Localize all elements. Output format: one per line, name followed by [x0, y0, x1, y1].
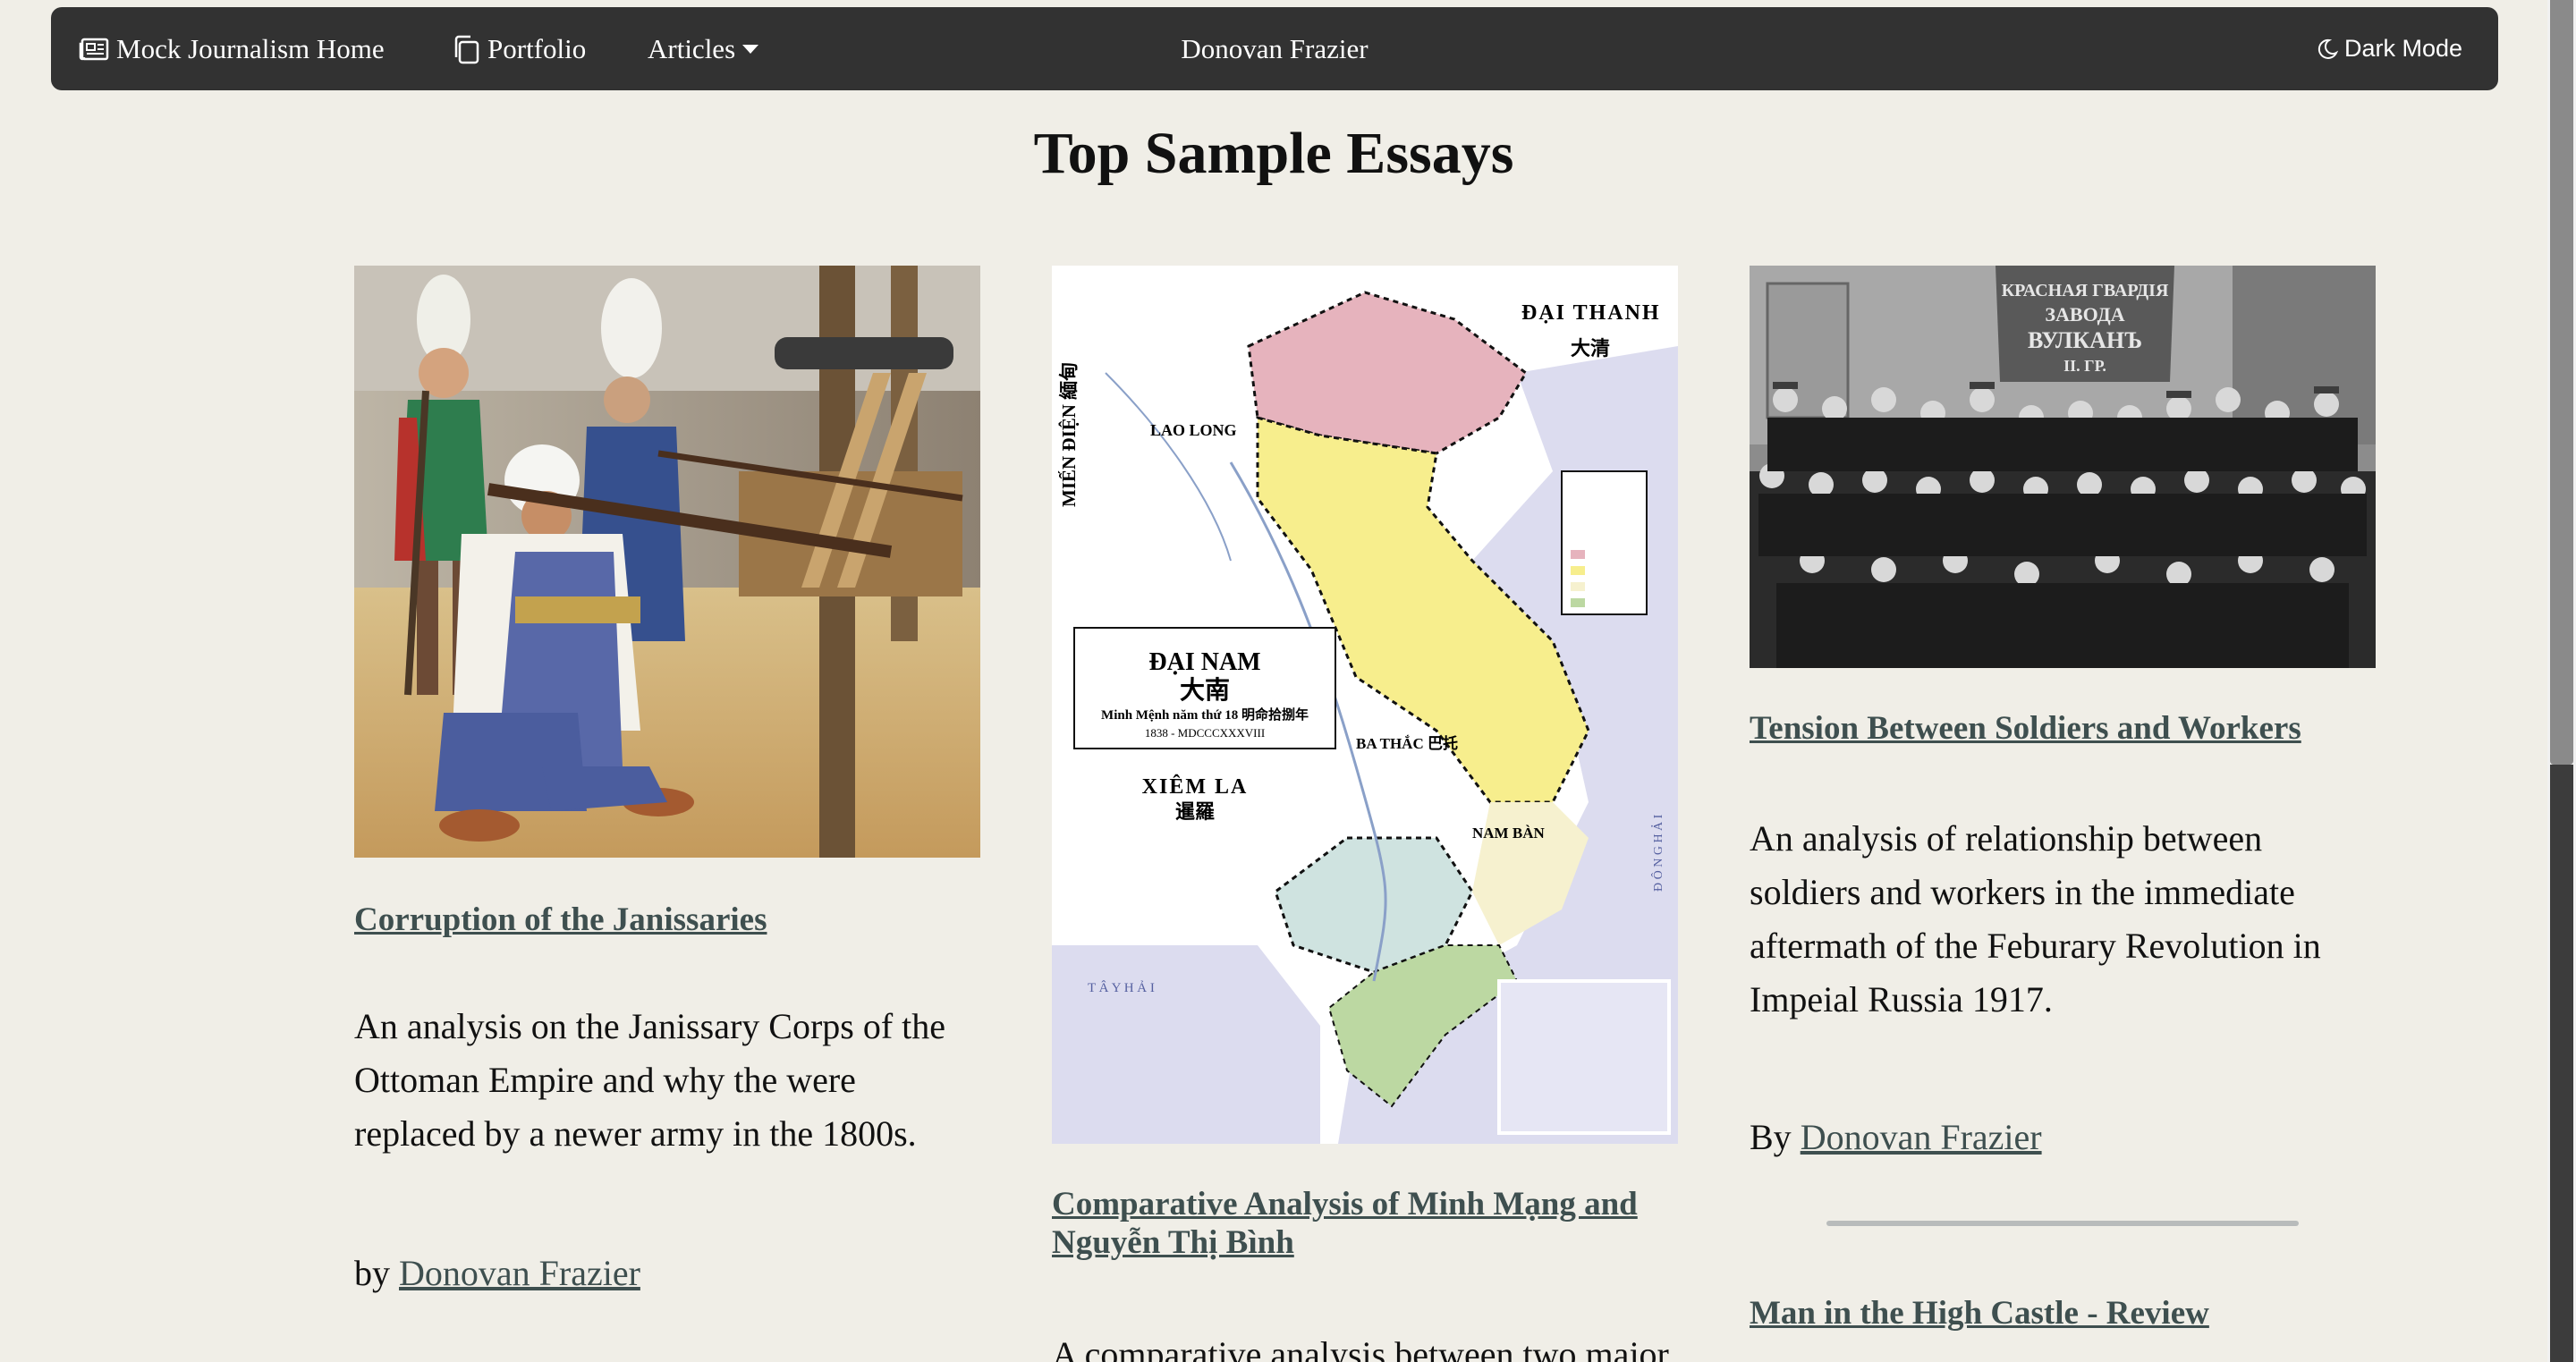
nav-brand-name: Donovan Frazier	[1181, 32, 1368, 64]
nav-brand: Donovan Frazier	[51, 7, 2498, 90]
author-link[interactable]: Donovan Frazier	[1801, 1117, 2042, 1157]
dark-mode-label: Dark Mode	[2343, 35, 2462, 62]
byline-prefix: By	[1750, 1117, 1792, 1157]
nav-portfolio-link[interactable]: Portfolio	[452, 7, 586, 90]
article-card-minh-mang: ĐẠI NAM 大南 Minh Mệnh năm thứ 18 明命拾捌年 18…	[1052, 266, 1678, 1362]
janissaries-illustration	[354, 266, 980, 858]
soldiers-workers-photo: КРАСНАЯ ГВАРДІЯ ЗАВОДА ВУЛКАНЪ II. ГР.	[1750, 266, 2376, 668]
caret-down-icon	[742, 44, 759, 54]
map-date: 1838 - MDCCCXXXVIII	[1145, 726, 1265, 740]
banner-line-3: ВУЛКАНЪ	[2028, 327, 2142, 353]
nav-articles-label: Articles	[648, 32, 736, 64]
copy-icon	[454, 35, 479, 63]
map-label-dai-thanh: ĐẠI THANH	[1521, 301, 1661, 325]
map-title-han: 大南	[1180, 676, 1230, 705]
map-subtitle: Minh Mệnh năm thứ 18 明命拾捌年	[1101, 706, 1309, 723]
map-label-tay-hai: T Â Y H Ả I	[1088, 980, 1155, 995]
article-card-soldiers-workers: КРАСНАЯ ГВАРДІЯ ЗАВОДА ВУЛКАНЪ II. ГР. T…	[1750, 266, 2376, 1332]
article-title-link[interactable]: Tension Between Soldiers and Workers	[1750, 709, 2376, 748]
article-title-link[interactable]: Man in the High Castle - Review	[1750, 1294, 2376, 1332]
scrollbar-thumb[interactable]	[2550, 0, 2573, 765]
newspaper-icon	[79, 38, 109, 60]
nav-home-label: Mock Journalism Home	[116, 32, 385, 64]
map-label-nam-ban: NAM BÀN	[1472, 825, 1545, 842]
article-byline: By Donovan Frazier	[1750, 1116, 2376, 1158]
map-label-xiem-la: XIÊM LA	[1142, 774, 1249, 799]
map-label-dai-thanh-han: 大清	[1571, 337, 1610, 360]
page: Mock Journalism Home Portfolio Articles …	[0, 0, 2576, 1362]
article-description: A comparative analysis between two major	[1052, 1334, 1669, 1362]
dai-nam-map: ĐẠI NAM 大南 Minh Mệnh năm thứ 18 明命拾捌年 18…	[1052, 266, 1678, 1144]
article-title-link[interactable]: Comparative Analysis of Minh Mạng and Ng…	[1052, 1185, 1678, 1262]
article-separator	[1826, 1221, 2299, 1226]
author-link[interactable]: Donovan Frazier	[399, 1253, 640, 1293]
map-label-ba-thac: BA THẮC 巴托	[1356, 734, 1458, 752]
soldiers-workers-image[interactable]: КРАСНАЯ ГВАРДІЯ ЗАВОДА ВУЛКАНЪ II. ГР.	[1750, 266, 2376, 668]
scrollbar-track[interactable]	[2550, 765, 2573, 1362]
map-label-xiem-la-han: 暹羅	[1175, 800, 1215, 823]
article-byline: by Donovan Frazier	[354, 1252, 980, 1294]
article-description: An analysis on the Janissary Corps of th…	[354, 1006, 946, 1154]
map-label-dong-hai: Đ Ô N G H Ả I	[1650, 814, 1665, 892]
map-label-lao-long: LAO LONG	[1150, 421, 1237, 439]
article-card-janissaries: Corruption of the Janissaries An analysi…	[354, 266, 980, 1294]
article-title-link[interactable]: Corruption of the Janissaries	[354, 901, 980, 939]
banner-line-1: КРАСНАЯ ГВАРДІЯ	[2002, 281, 2169, 300]
top-navbar: Mock Journalism Home Portfolio Articles …	[51, 7, 2498, 90]
page-scrollbar[interactable]	[2547, 0, 2576, 1362]
nav-articles-dropdown[interactable]: Articles	[648, 7, 759, 90]
banner-line-4: II. ГР.	[2063, 357, 2106, 375]
moon-icon	[2318, 38, 2339, 59]
map-label-mien-dien: MIẾN ĐIỆN 緬甸	[1058, 362, 1080, 507]
nav-home-link[interactable]: Mock Journalism Home	[79, 7, 385, 90]
page-title: Top Sample Essays	[1033, 121, 1514, 186]
banner-line-2: ЗАВОДА	[2045, 303, 2124, 326]
dark-mode-toggle[interactable]: Dark Mode	[2316, 7, 2462, 90]
byline-prefix: by	[354, 1253, 390, 1293]
nav-portfolio-label: Portfolio	[487, 32, 587, 64]
dai-nam-map-image[interactable]: ĐẠI NAM 大南 Minh Mệnh năm thứ 18 明命拾捌年 18…	[1052, 266, 1678, 1144]
map-title: ĐẠI NAM	[1148, 648, 1260, 676]
janissaries-image[interactable]	[354, 266, 980, 858]
article-description: An analysis of relationship between sold…	[1750, 818, 2321, 1019]
